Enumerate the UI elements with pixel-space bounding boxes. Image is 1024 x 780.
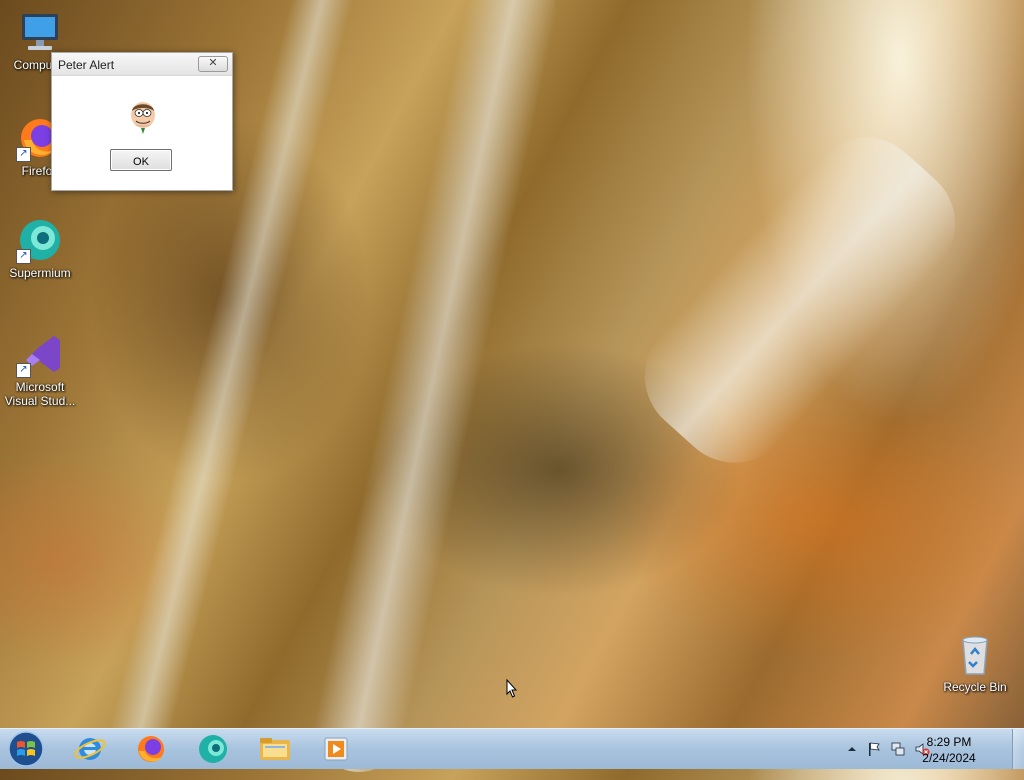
firefox-icon	[138, 736, 164, 762]
clock-time: 8:29 PM	[926, 735, 972, 749]
taskbar-supermium[interactable]	[193, 732, 233, 766]
mouse-cursor-icon	[506, 678, 518, 698]
shortcut-arrow-icon: ↗	[16, 249, 31, 264]
peter-griffin-face-icon	[125, 98, 161, 134]
clock-date: 2/24/2024	[922, 751, 976, 765]
wallpaper-streak	[305, 0, 565, 780]
wallpaper-streak	[620, 112, 980, 488]
shortcut-arrow-icon: ↗	[16, 363, 31, 378]
taskbar: 8:29 PM 2/24/2024	[0, 728, 1024, 769]
dialog-body: OK	[52, 76, 232, 190]
desktop-icon-supermium[interactable]: ↗ Supermium	[2, 216, 78, 280]
file-explorer-icon	[260, 738, 290, 760]
taskbar-media-player[interactable]	[317, 732, 357, 766]
dialog-title: Peter Alert	[58, 58, 115, 72]
taskbar-internet-explorer[interactable]	[70, 732, 110, 766]
peter-alert-dialog: Peter Alert ✕ OK	[51, 52, 233, 191]
computer-icon	[16, 8, 64, 56]
desktop-icon-label: Microsoft Visual Stud...	[4, 380, 76, 408]
network-icon[interactable]	[890, 741, 906, 757]
shortcut-arrow-icon: ↗	[16, 147, 31, 162]
media-player-icon	[324, 737, 348, 761]
desktop-icon-label: Supermium	[9, 266, 71, 280]
supermium-icon: ↗	[16, 216, 64, 264]
system-clock[interactable]: 8:29 PM 2/24/2024	[918, 734, 980, 766]
taskbar-firefox[interactable]	[131, 732, 171, 766]
desktop-icon-visual-studio[interactable]: ↗ Microsoft Visual Stud...	[2, 330, 78, 408]
action-center-flag-icon[interactable]	[866, 741, 882, 757]
close-button[interactable]: ✕	[198, 56, 228, 72]
show-desktop-button[interactable]	[1012, 729, 1024, 769]
dialog-titlebar[interactable]: Peter Alert ✕	[52, 53, 232, 76]
taskbar-file-explorer[interactable]	[255, 732, 295, 766]
start-button[interactable]	[6, 730, 46, 768]
ok-button[interactable]: OK	[110, 149, 172, 171]
show-hidden-icons-arrow[interactable]	[844, 741, 860, 757]
internet-explorer-icon	[74, 738, 106, 760]
supermium-icon	[199, 735, 227, 763]
recycle-bin-icon	[951, 630, 999, 678]
visual-studio-icon: ↗	[16, 330, 64, 378]
desktop-icon-label: Recycle Bin	[943, 680, 1007, 694]
desktop-icon-recycle-bin[interactable]: Recycle Bin	[937, 630, 1013, 694]
